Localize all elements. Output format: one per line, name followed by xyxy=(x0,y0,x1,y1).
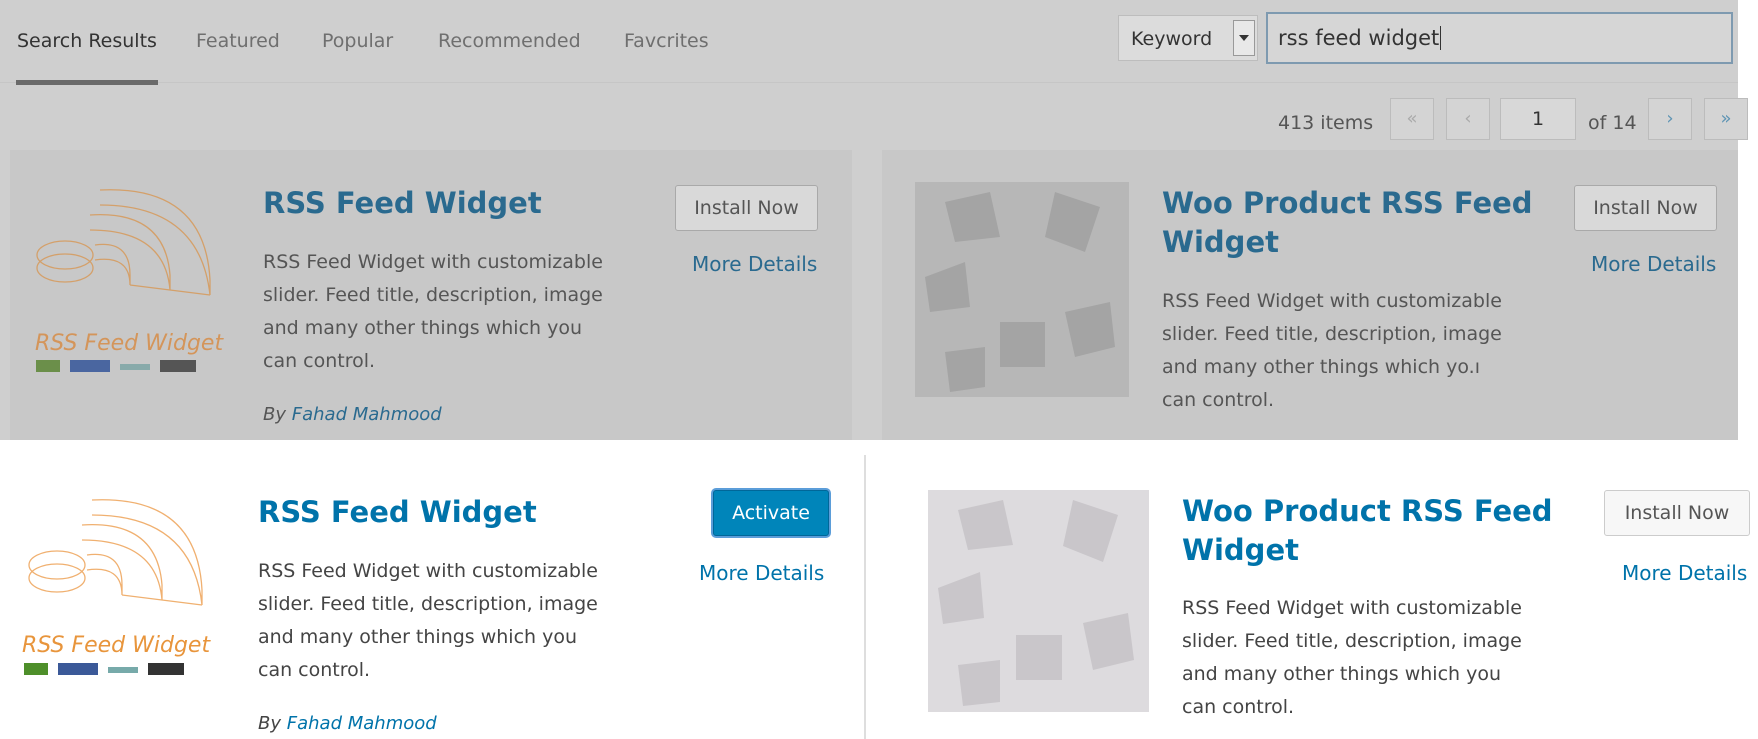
next-page-button[interactable]: › xyxy=(1648,98,1692,140)
active-tab-indicator xyxy=(16,80,158,85)
search-query-text: rss feed widget xyxy=(1278,26,1440,50)
last-page-button[interactable]: » xyxy=(1704,98,1748,140)
desc-line: can control. xyxy=(1162,389,1275,411)
dropdown-arrow-icon[interactable] xyxy=(1233,20,1255,56)
plugin-title[interactable]: Woo Product RSS Feed Widget xyxy=(1182,492,1553,570)
plugin-title[interactable]: Woo Product RSS Feed Widget xyxy=(1162,184,1533,262)
plugin-author: By Fahad Mahmood xyxy=(263,404,442,425)
desc-line: slider. Feed title, description, image xyxy=(1182,630,1522,652)
logo-text: RSS Feed Widget xyxy=(35,331,224,356)
plugin-description: RSS Feed Widget with customizable slider… xyxy=(1182,592,1522,724)
plugin-author: By Fahad Mahmood xyxy=(258,713,437,734)
install-now-button[interactable]: Install Now xyxy=(1604,490,1750,536)
card-divider xyxy=(864,455,866,739)
plugin-description: RSS Feed Widget with customizable slider… xyxy=(1162,285,1502,417)
activate-button[interactable]: Activate xyxy=(713,490,829,536)
title-line: Widget xyxy=(1182,533,1299,567)
search-type-label: Keyword xyxy=(1131,28,1213,50)
more-details-link[interactable]: More Details xyxy=(699,561,824,585)
tab-favorites[interactable]: Favcrites xyxy=(624,30,709,52)
desc-line: slider. Feed title, description, image xyxy=(1162,323,1502,345)
rss-feed-widget-logo-icon: RSS Feed Widget xyxy=(20,180,230,400)
author-prefix: By xyxy=(263,404,287,425)
plugin-title[interactable]: RSS Feed Widget xyxy=(263,184,542,223)
plugin-thumbnail xyxy=(928,490,1149,712)
desc-line: and many other things which you xyxy=(263,317,583,339)
author-link[interactable]: Fahad Mahmood xyxy=(292,404,442,425)
plugin-description: RSS Feed Widget with customizable slider… xyxy=(263,246,603,378)
plugin-description: RSS Feed Widget with customizable slider… xyxy=(258,555,598,687)
desc-line: RSS Feed Widget with customizable xyxy=(1182,597,1522,619)
plugin-thumbnail xyxy=(915,182,1129,397)
more-details-link[interactable]: More Details xyxy=(692,252,817,276)
title-line: Widget xyxy=(1162,225,1279,259)
search-type-select[interactable]: Keyword xyxy=(1118,15,1258,61)
desc-line: can control. xyxy=(263,350,376,372)
desc-line: RSS Feed Widget with customizable xyxy=(258,560,598,582)
install-now-button[interactable]: Install Now xyxy=(675,185,818,231)
tab-recommended[interactable]: Recommended xyxy=(438,30,581,52)
author-link[interactable]: Fahad Mahmood xyxy=(287,713,437,734)
desc-line: and many other things which you xyxy=(1182,663,1502,685)
pagination: 413 items « ‹ 1 of 14 › » xyxy=(0,90,1748,150)
desc-line: RSS Feed Widget with customizable xyxy=(263,251,603,273)
title-line: Woo Product RSS Feed xyxy=(1182,494,1553,528)
tab-featured[interactable]: Featured xyxy=(196,30,280,52)
first-page-button[interactable]: « xyxy=(1390,98,1434,140)
plugin-search-input[interactable]: rss feed widget xyxy=(1266,12,1733,64)
desc-line: and many other things which yo.ı xyxy=(1162,356,1480,378)
title-line: Woo Product RSS Feed xyxy=(1162,186,1533,220)
desc-line: can control. xyxy=(1182,696,1295,718)
prev-page-button[interactable]: ‹ xyxy=(1446,98,1490,140)
frame-edge xyxy=(1738,0,1758,440)
tab-search-results[interactable]: Search Results xyxy=(17,30,157,52)
desc-line: slider. Feed title, description, image xyxy=(258,593,598,615)
more-details-link[interactable]: More Details xyxy=(1591,252,1716,276)
author-prefix: By xyxy=(258,713,282,734)
desc-line: RSS Feed Widget with customizable xyxy=(1162,290,1502,312)
desc-line: slider. Feed title, description, image xyxy=(263,284,603,306)
desc-line: and many other things which you xyxy=(258,626,578,648)
current-page-input[interactable]: 1 xyxy=(1500,98,1576,140)
logo-text: RSS Feed Widget xyxy=(22,633,211,658)
total-pages: of 14 xyxy=(1588,112,1637,134)
tab-popular[interactable]: Popular xyxy=(322,30,393,52)
pattern-icon xyxy=(925,192,1115,392)
desc-line: can control. xyxy=(258,659,371,681)
plugin-results-zoomed: RSS Feed Widget RSS Feed Widget RSS Feed… xyxy=(0,455,1758,739)
pattern-icon xyxy=(938,500,1134,706)
more-details-link[interactable]: More Details xyxy=(1622,561,1747,585)
rss-feed-widget-logo-icon: RSS Feed Widget xyxy=(12,490,222,710)
plugin-title[interactable]: RSS Feed Widget xyxy=(258,493,537,532)
items-count: 413 items xyxy=(1278,112,1374,134)
install-now-button[interactable]: Install Now xyxy=(1574,185,1717,231)
plugin-search-overlay: Search Results Featured Popular Recommen… xyxy=(0,0,1758,440)
